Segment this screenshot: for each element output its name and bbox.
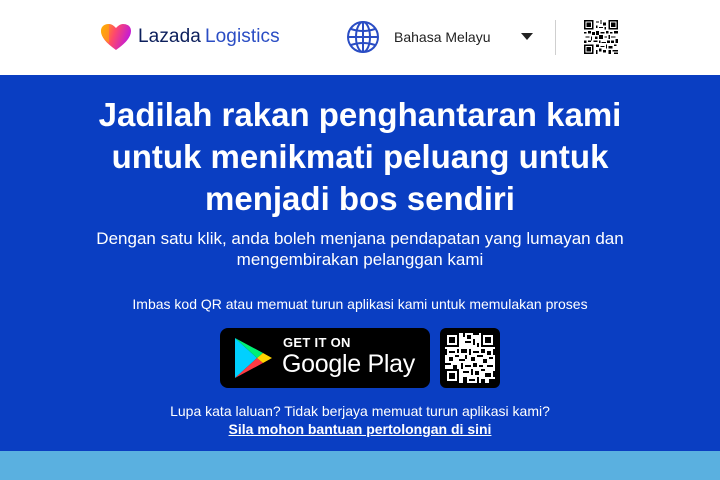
caret-down-icon[interactable] <box>521 33 533 40</box>
qr-code-icon[interactable] <box>584 20 618 54</box>
app-qr-code <box>440 328 500 388</box>
google-play-small-label: GET IT ON <box>283 335 351 350</box>
help-section: Lupa kata laluan? Tidak berjaya memuat t… <box>60 402 660 438</box>
download-instruction: Imbas kod QR atau memuat turun aplikasi … <box>132 296 588 312</box>
top-header: Lazada Logistics Bahasa Melayu <box>0 0 720 75</box>
logo-brand-name: Lazada <box>138 26 201 47</box>
logo-text: Lazada Logistics <box>138 26 280 48</box>
language-selector[interactable]: Bahasa Melayu <box>394 29 491 45</box>
heart-logo-icon <box>101 24 131 50</box>
hero-section: Jadilah rakan penghantaran kami untuk me… <box>0 75 720 451</box>
google-play-icon <box>235 338 272 378</box>
header-divider <box>555 20 556 55</box>
qr-code-icon <box>445 333 495 383</box>
globe-icon[interactable] <box>346 20 380 54</box>
help-link[interactable]: Sila mohon bantuan pertolongan di sini <box>60 420 660 438</box>
footer-band <box>0 451 720 480</box>
hero-subtitle: Dengan satu klik, anda boleh menjana pen… <box>96 229 624 269</box>
hero-title: Jadilah rakan penghantaran kami untuk me… <box>98 96 622 217</box>
google-play-label: Google Play <box>282 350 415 378</box>
google-play-button[interactable]: GET IT ON Google Play <box>220 328 430 388</box>
logo-brand-suffix: Logistics <box>204 26 280 47</box>
help-text: Lupa kata laluan? Tidak berjaya memuat t… <box>170 403 550 419</box>
lazada-logistics-logo[interactable]: Lazada Logistics <box>100 22 280 52</box>
